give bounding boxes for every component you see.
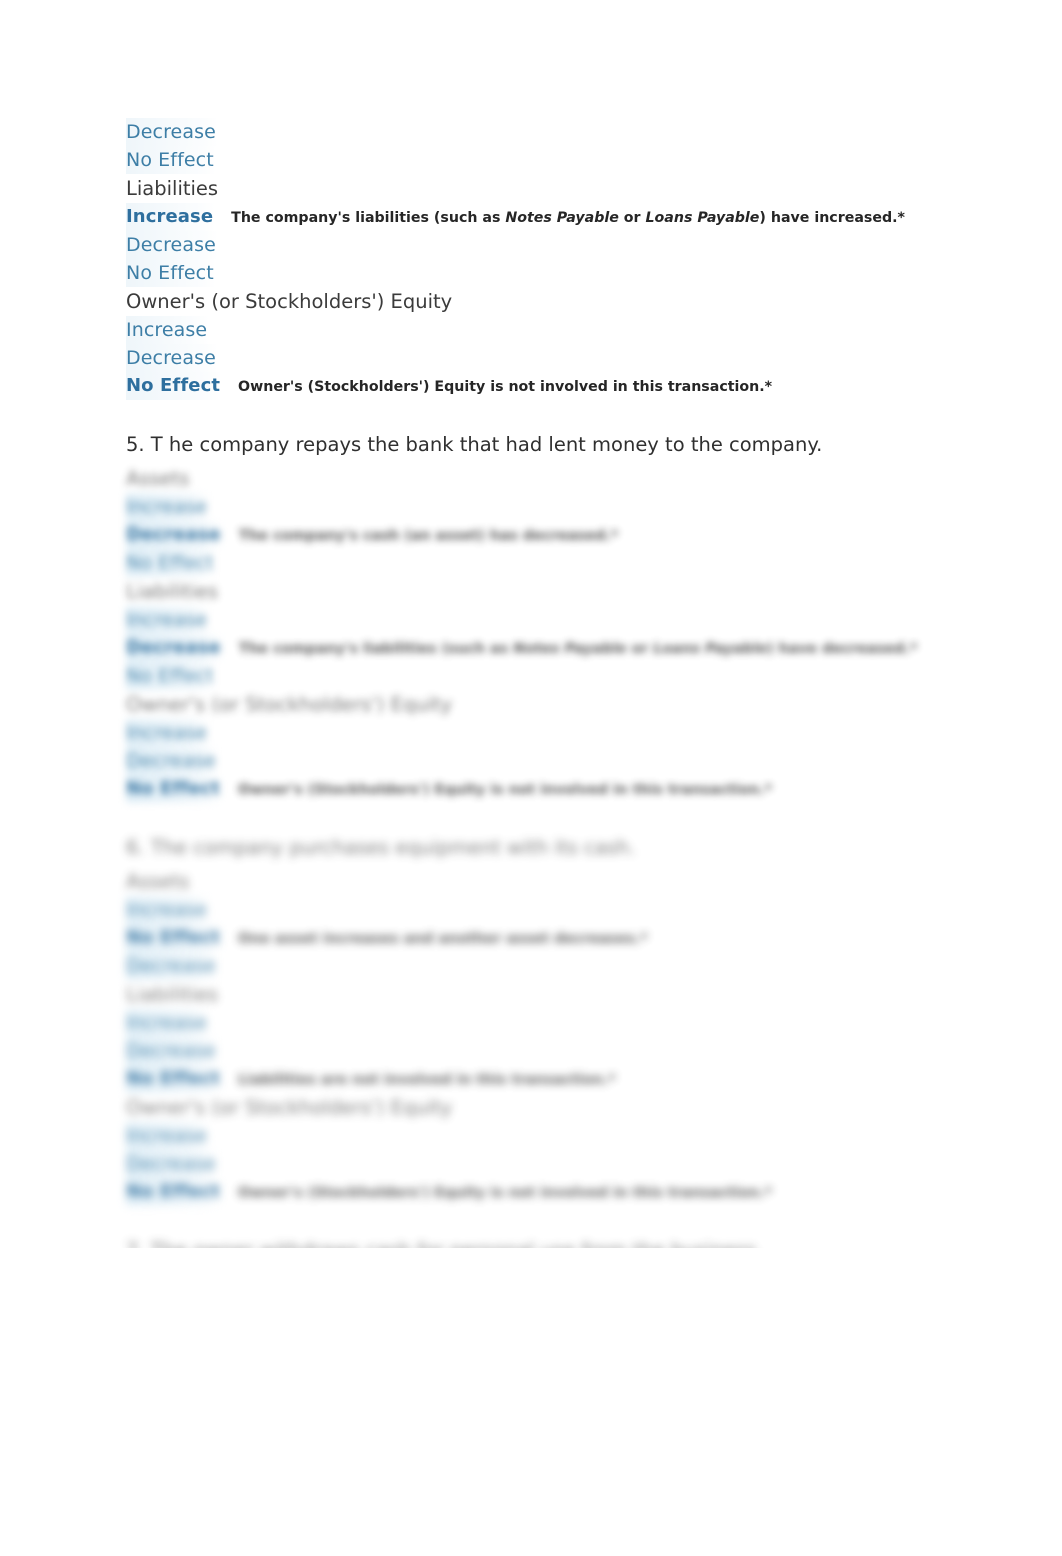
option-row[interactable]: No Effect Liabilities are not involved i… — [126, 1065, 926, 1093]
section-question-4-continued: Decrease No Effect Liabilities Increase … — [126, 118, 926, 400]
document-page: Decrease No Effect Liabilities Increase … — [0, 0, 1062, 1556]
question-5-options: Assets Increase Decrease The company's c… — [126, 464, 926, 803]
option-link-decrease[interactable]: Decrease — [126, 231, 218, 259]
option-row[interactable]: Increase — [126, 316, 926, 344]
option-link-decrease[interactable]: Decrease — [126, 634, 223, 662]
option-explanation: Liabilities are not involved in this tra… — [238, 1072, 616, 1088]
group-heading-liabilities: Liabilities — [126, 983, 219, 1006]
group-heading-owners-equity: Owner's (or Stockholders') Equity — [126, 290, 453, 313]
option-link-no-effect[interactable]: No Effect — [126, 662, 216, 690]
option-row[interactable]: No Effect Owner's (Stockholders') Equity… — [126, 775, 926, 803]
option-link-no-effect[interactable]: No Effect — [126, 1065, 223, 1093]
option-link-increase[interactable]: Increase — [126, 719, 210, 747]
option-row[interactable]: No Effect — [126, 146, 926, 174]
option-link-no-effect[interactable]: No Effect — [126, 549, 216, 577]
option-row[interactable]: No Effect — [126, 662, 926, 690]
option-explanation: The company's liabilities (such as Notes… — [231, 210, 905, 226]
option-link-increase[interactable]: Increase — [126, 1122, 210, 1150]
option-link-decrease[interactable]: Decrease — [126, 521, 223, 549]
option-explanation: Owner's (Stockholders') Equity is not in… — [238, 379, 773, 395]
group-heading-liabilities: Liabilities — [126, 580, 219, 603]
group-heading-owners-equity: Owner's (or Stockholders') Equity — [126, 693, 453, 716]
option-row[interactable]: Increase — [126, 606, 926, 634]
option-row[interactable]: Decrease — [126, 118, 926, 146]
question-5-text: 5. T he company repays the bank that had… — [126, 433, 823, 456]
option-link-no-effect[interactable]: No Effect — [126, 259, 216, 287]
option-link-decrease[interactable]: Decrease — [126, 747, 218, 775]
option-row[interactable]: No Effect Owner's (Stockholders') Equity… — [126, 1178, 926, 1206]
option-row[interactable]: Increase The company's liabilities (such… — [126, 203, 926, 231]
group-heading-assets: Assets — [126, 870, 190, 893]
question-6-text: 6. The company purchases equipment with … — [126, 836, 636, 859]
option-link-no-effect[interactable]: No Effect — [126, 372, 223, 400]
option-link-decrease[interactable]: Decrease — [126, 1150, 218, 1178]
option-link-no-effect[interactable]: No Effect — [126, 146, 216, 174]
option-link-increase[interactable]: Increase — [126, 1009, 210, 1037]
option-row[interactable]: Decrease — [126, 231, 926, 259]
option-row[interactable]: No Effect One asset increases and anothe… — [126, 924, 926, 952]
option-row[interactable]: No Effect Owner's (Stockholders') Equity… — [126, 372, 926, 400]
option-link-increase[interactable]: Increase — [126, 896, 210, 924]
option-row[interactable]: Decrease — [126, 1037, 926, 1065]
option-explanation: The company's liabilities (such as Notes… — [238, 641, 918, 657]
question-6-block: 6. The company purchases equipment with … — [126, 833, 926, 1206]
option-row[interactable]: Decrease — [126, 952, 926, 980]
group-heading-assets: Assets — [126, 467, 190, 490]
option-link-increase[interactable]: Increase — [126, 493, 210, 521]
option-row[interactable]: Decrease The company's cash (an asset) h… — [126, 521, 926, 549]
option-row[interactable]: Decrease The company's liabilities (such… — [126, 634, 926, 662]
option-row[interactable]: Increase — [126, 1122, 926, 1150]
option-link-decrease[interactable]: Decrease — [126, 344, 218, 372]
group-heading-owners-equity: Owner's (or Stockholders') Equity — [126, 1096, 453, 1119]
option-row[interactable]: No Effect — [126, 549, 926, 577]
option-row[interactable]: Decrease — [126, 344, 926, 372]
option-row[interactable]: Decrease — [126, 1150, 926, 1178]
option-row[interactable]: Decrease — [126, 747, 926, 775]
option-link-decrease[interactable]: Decrease — [126, 952, 218, 980]
option-explanation: The company's cash (an asset) has decrea… — [238, 528, 619, 544]
option-explanation: One asset increases and another asset de… — [238, 931, 648, 947]
document-content: Decrease No Effect Liabilities Increase … — [126, 118, 926, 1355]
option-row[interactable]: Increase — [126, 493, 926, 521]
option-link-no-effect[interactable]: No Effect — [126, 924, 223, 952]
option-link-increase[interactable]: Increase — [126, 316, 210, 344]
option-link-no-effect[interactable]: No Effect — [126, 775, 223, 803]
page-bottom-margin — [0, 1248, 1062, 1556]
option-link-no-effect[interactable]: No Effect — [126, 1178, 223, 1206]
option-explanation: Owner's (Stockholders') Equity is not in… — [238, 782, 773, 798]
option-row[interactable]: Increase — [126, 719, 926, 747]
option-link-decrease[interactable]: Decrease — [126, 1037, 218, 1065]
option-row[interactable]: Increase — [126, 896, 926, 924]
option-link-increase[interactable]: Increase — [126, 606, 210, 634]
option-link-increase[interactable]: Increase — [126, 203, 216, 231]
option-explanation: Owner's (Stockholders') Equity is not in… — [238, 1185, 773, 1201]
option-link-decrease[interactable]: Decrease — [126, 118, 218, 146]
group-heading-liabilities: Liabilities — [126, 177, 219, 200]
option-row[interactable]: Increase — [126, 1009, 926, 1037]
option-row[interactable]: No Effect — [126, 259, 926, 287]
